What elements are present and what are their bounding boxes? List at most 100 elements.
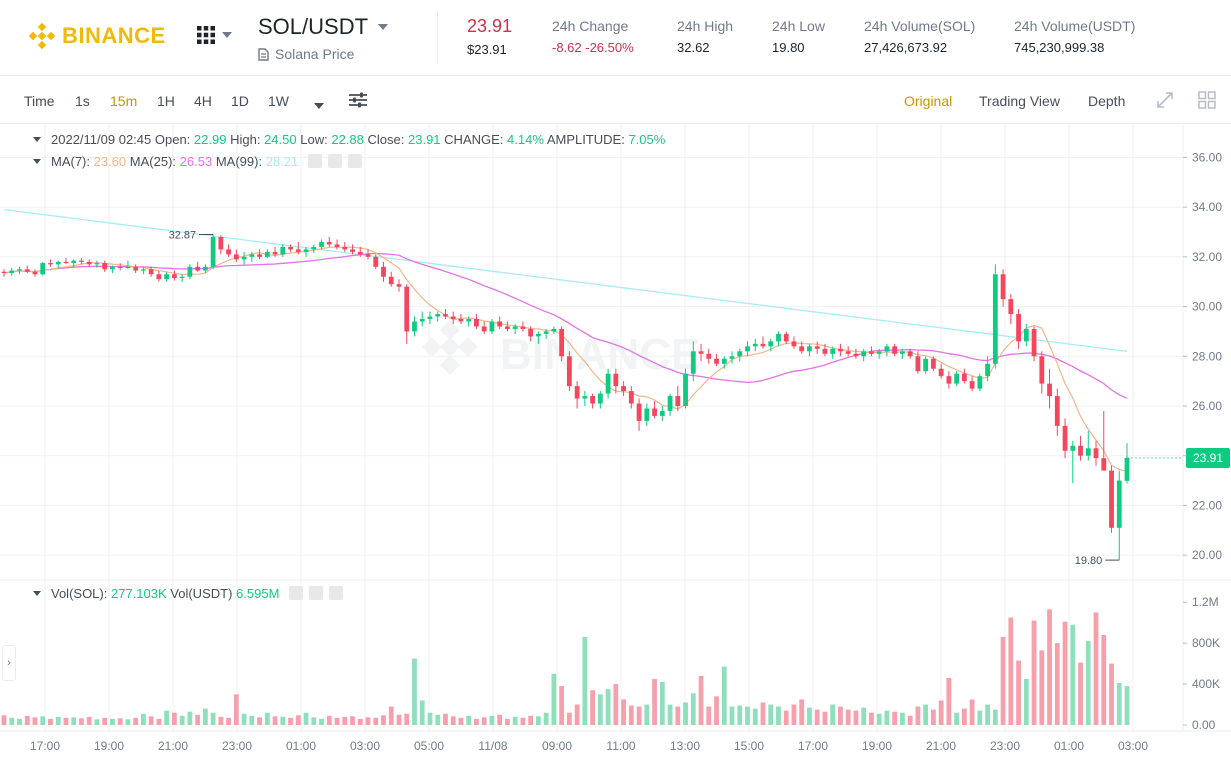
- candle-body: [1000, 274, 1006, 300]
- volume-bar: [566, 712, 572, 725]
- view-original[interactable]: Original: [904, 93, 952, 109]
- volume-bar: [659, 682, 665, 725]
- volume-bar: [435, 714, 441, 725]
- candle-body: [342, 246, 348, 250]
- volume-tick-label: 0.00: [1192, 718, 1216, 732]
- stat-label: 24h Volume(SOL): [864, 18, 976, 34]
- stat-24h-high: 24h High 32.62: [677, 18, 733, 55]
- pair-selector[interactable]: SOL/USDT Solana Price: [258, 14, 389, 62]
- interval-1h[interactable]: 1H: [157, 93, 175, 109]
- candle-body: [636, 403, 642, 421]
- interval-4h[interactable]: 4H: [194, 93, 212, 109]
- volume-bar: [1101, 634, 1107, 725]
- collapse-caret-icon[interactable]: [33, 137, 41, 142]
- interval-1w[interactable]: 1W: [268, 93, 289, 109]
- vol-usdt-label: Vol(USDT): [170, 586, 233, 601]
- candle-body: [148, 269, 154, 275]
- settings-toggle-icon[interactable]: [309, 586, 324, 600]
- binance-logo[interactable]: BINANCE: [28, 22, 166, 50]
- volume-bar: [807, 707, 812, 725]
- volume-bar: [737, 705, 743, 725]
- settings-toggle-icon[interactable]: [327, 154, 342, 168]
- collapse-caret-icon[interactable]: [33, 159, 41, 164]
- collapse-caret-icon[interactable]: [33, 591, 41, 596]
- volume-bar: [721, 666, 727, 725]
- candle-body: [613, 373, 619, 387]
- candle-body: [543, 331, 549, 334]
- candle-body: [551, 328, 557, 332]
- candle-body: [86, 261, 92, 265]
- ma-legend: MA(7): 23.60 MA(25): 26.53 MA(99): 28.21: [33, 154, 362, 169]
- volume-bar: [218, 716, 224, 725]
- volume-bar: [899, 712, 905, 725]
- candle-body: [156, 274, 162, 280]
- volume-bar: [597, 694, 603, 725]
- candle-body: [141, 269, 146, 271]
- view-trading-view[interactable]: Trading View: [979, 93, 1060, 109]
- candle-body: [24, 269, 30, 272]
- volume-bar: [768, 704, 774, 725]
- interval-15m[interactable]: 15m: [110, 93, 137, 109]
- apps-menu-button[interactable]: [196, 25, 232, 45]
- pair-subtitle-link[interactable]: Solana Price: [275, 46, 354, 62]
- candle-body: [977, 376, 983, 389]
- volume-bar: [690, 693, 696, 725]
- caret-down-icon: [378, 24, 389, 30]
- chart-settings-button[interactable]: [348, 91, 368, 112]
- candle-body: [125, 266, 131, 269]
- volume-bar: [79, 718, 84, 725]
- volume-bar: [605, 689, 611, 725]
- interval-1s[interactable]: 1s: [75, 93, 90, 109]
- volume-bar: [264, 712, 270, 725]
- legend-close-label: Close:: [367, 132, 405, 147]
- volume-bar: [404, 713, 410, 725]
- volume-bar: [257, 717, 262, 725]
- volume-bar: [1016, 660, 1021, 725]
- candle-body: [969, 381, 975, 389]
- interval-time[interactable]: Time: [24, 93, 55, 109]
- volume-bar: [326, 715, 332, 725]
- candle-body: [94, 263, 100, 265]
- candle-body: [791, 341, 797, 347]
- more-intervals-dropdown[interactable]: [314, 96, 324, 112]
- layout-grid-button[interactable]: [1198, 91, 1216, 112]
- stat-24h-low: 24h Low 19.80: [772, 18, 825, 55]
- eye-toggle-icon[interactable]: [307, 154, 322, 168]
- candle-body: [853, 353, 859, 357]
- ohlc-legend: 2022/11/09 02:45 Open: 22.99 High: 24.50…: [33, 132, 665, 147]
- candle-body: [814, 346, 820, 349]
- time-tick-label: 11:00: [606, 739, 635, 753]
- sidebar-expand-button[interactable]: ›: [2, 645, 16, 681]
- grid-layout-icon: [1198, 91, 1216, 109]
- interval-1d[interactable]: 1D: [231, 93, 249, 109]
- chart-area[interactable]: BINANCE 36.00 34.00 32.00 30.00 28.00 26.00 24.…: [0, 125, 1231, 761]
- view-depth[interactable]: Depth: [1088, 93, 1125, 109]
- eye-toggle-icon[interactable]: [289, 586, 304, 600]
- candle-body: [876, 351, 882, 354]
- candle-body: [559, 328, 565, 357]
- volume-tick-label: 800K: [1192, 636, 1220, 650]
- ma25-value: 26.53: [179, 154, 213, 169]
- fullscreen-button[interactable]: [1156, 91, 1174, 112]
- volume-bar: [210, 712, 216, 725]
- volume-bar: [621, 699, 626, 725]
- volume-bar: [412, 658, 417, 725]
- candle-body: [171, 274, 177, 278]
- candlestick-chart[interactable]: BINANCE 36.00 34.00 32.00 30.00 28.00 26.00 24.…: [0, 125, 1231, 761]
- volume-bar: [946, 677, 952, 725]
- close-indicator-icon[interactable]: [347, 154, 362, 168]
- volume-bar: [985, 704, 990, 725]
- pair-name: SOL/USDT: [258, 14, 369, 39]
- close-indicator-icon[interactable]: [329, 586, 344, 600]
- candle-body: [280, 246, 286, 255]
- ma99-label: MA(99):: [215, 154, 263, 169]
- ma7-value: 23.60: [93, 154, 127, 169]
- volume-bar: [776, 706, 781, 725]
- volume-bar: [551, 673, 557, 725]
- candle-body: [404, 286, 410, 332]
- volume-bar: [489, 715, 495, 725]
- candle-body: [930, 358, 936, 369]
- volume-bar: [110, 718, 115, 725]
- legend-high: 24.50: [264, 132, 297, 147]
- volume-bar: [357, 718, 363, 725]
